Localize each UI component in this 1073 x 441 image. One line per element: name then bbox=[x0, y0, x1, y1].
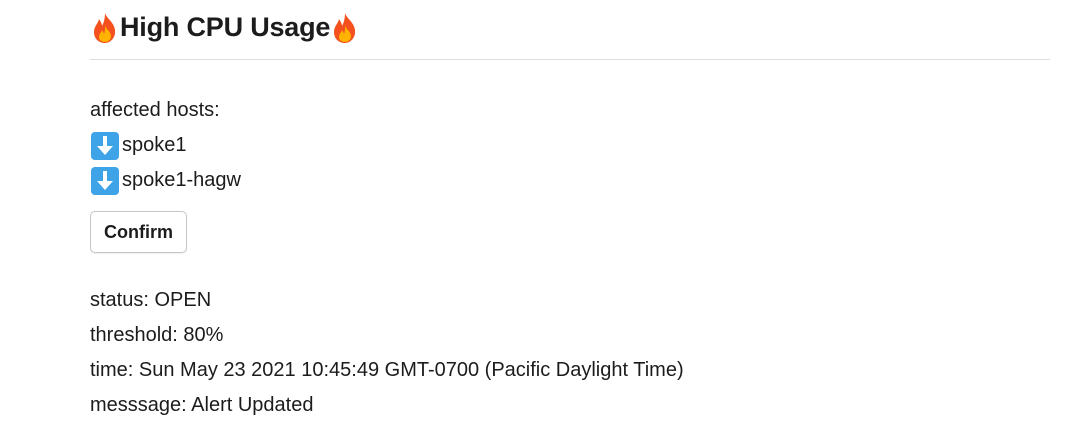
down-arrow-icon bbox=[90, 166, 120, 196]
message-field: messsage: Alert Updated bbox=[90, 394, 314, 416]
alert-card: High CPU Usage affected hosts: spoke1 sp… bbox=[90, 0, 1050, 423]
confirm-button[interactable]: Confirm bbox=[90, 211, 187, 253]
host-name: spoke1-hagw bbox=[122, 169, 241, 191]
status-field: status: OPEN bbox=[90, 289, 212, 311]
affected-hosts-label: affected hosts: bbox=[90, 99, 220, 121]
alert-fields: status: OPEN threshold: 80% time: Sun Ma… bbox=[90, 283, 1050, 423]
alert-title-text: High CPU Usage bbox=[120, 12, 331, 42]
alert-header: High CPU Usage bbox=[90, 0, 1050, 60]
down-arrow-icon bbox=[90, 131, 120, 161]
host-item: spoke1 bbox=[90, 128, 1050, 163]
time-field: time: Sun May 23 2021 10:45:49 GMT-0700 … bbox=[90, 359, 684, 381]
host-item: spoke1-hagw bbox=[90, 163, 1050, 198]
fire-icon bbox=[90, 12, 120, 44]
host-name: spoke1 bbox=[122, 134, 187, 156]
alert-title: High CPU Usage bbox=[90, 12, 360, 44]
threshold-field: threshold: 80% bbox=[90, 324, 224, 346]
fire-icon bbox=[330, 12, 360, 44]
affected-hosts-section: affected hosts: spoke1 spoke1-hagw Confi… bbox=[90, 60, 1050, 423]
